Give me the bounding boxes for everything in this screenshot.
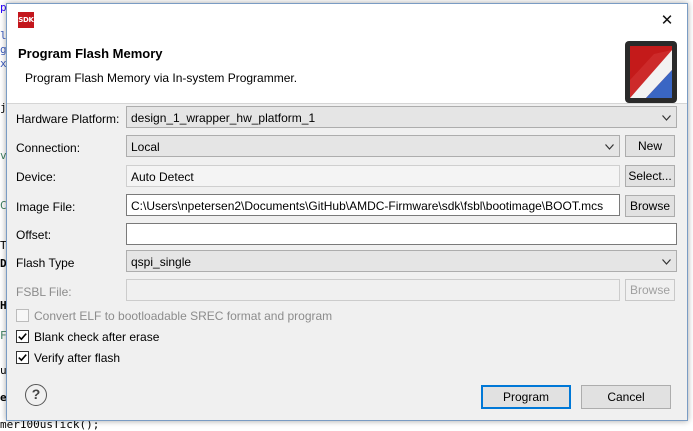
program-button[interactable]: Program: [481, 385, 571, 409]
connection-select[interactable]: Local: [126, 135, 620, 157]
chevron-down-icon: [605, 144, 614, 150]
close-button[interactable]: ✕: [649, 8, 685, 32]
chevron-down-icon: [662, 259, 671, 265]
image-file-value: C:\Users\npetersen2\Documents\GitHub\AMD…: [131, 199, 604, 213]
fsbl-file-input: [126, 279, 620, 301]
browse-image-file-button[interactable]: Browse: [625, 195, 675, 217]
blank-check-label: Blank check after erase: [34, 330, 160, 344]
sdk-app-icon: SDK: [18, 12, 34, 28]
blank-check-checkbox[interactable]: [16, 330, 29, 343]
flash-type-value: qspi_single: [131, 255, 192, 269]
hardware-platform-value: design_1_wrapper_hw_platform_1: [131, 111, 316, 125]
device-label: Device:: [16, 170, 57, 184]
fsbl-file-label: FSBL File:: [16, 285, 72, 299]
verify-after-flash-checkbox[interactable]: [16, 351, 29, 364]
dialog-title: Program Flash Memory: [18, 46, 163, 61]
select-device-button[interactable]: Select...: [625, 165, 675, 187]
device-field: Auto Detect: [126, 165, 620, 187]
new-connection-button[interactable]: New: [625, 135, 675, 157]
connection-value: Local: [131, 140, 160, 154]
dialog-titlebar[interactable]: SDK ✕: [7, 4, 687, 35]
cancel-button[interactable]: Cancel: [581, 385, 671, 409]
offset-input[interactable]: [126, 223, 677, 245]
image-file-input[interactable]: C:\Users\npetersen2\Documents\GitHub\AMD…: [126, 194, 620, 216]
flash-type-select[interactable]: qspi_single: [126, 250, 677, 272]
help-icon[interactable]: ?: [25, 384, 47, 406]
flash-memory-graphic-icon: [625, 41, 677, 103]
dialog-description: Program Flash Memory via In-system Progr…: [25, 71, 298, 85]
device-value: Auto Detect: [131, 170, 194, 184]
convert-elf-label: Convert ELF to bootloadable SREC format …: [34, 309, 333, 323]
checkmark-icon: [18, 333, 27, 341]
image-file-label: Image File:: [16, 200, 76, 214]
dialog-header: Program Flash Memory Program Flash Memor…: [7, 35, 687, 104]
hardware-platform-select[interactable]: design_1_wrapper_hw_platform_1: [126, 106, 677, 128]
offset-label: Offset:: [16, 228, 52, 242]
browse-fsbl-file-button: Browse: [625, 279, 675, 301]
checkmark-icon: [18, 354, 27, 362]
flash-type-label: Flash Type: [16, 256, 75, 270]
connection-label: Connection:: [16, 141, 81, 155]
convert-elf-checkbox: [16, 309, 29, 322]
program-flash-dialog: SDK ✕ Program Flash Memory Program Flash…: [6, 3, 688, 421]
chevron-down-icon: [662, 115, 671, 121]
verify-after-flash-label: Verify after flash: [34, 351, 121, 365]
hardware-platform-label: Hardware Platform:: [16, 112, 120, 126]
